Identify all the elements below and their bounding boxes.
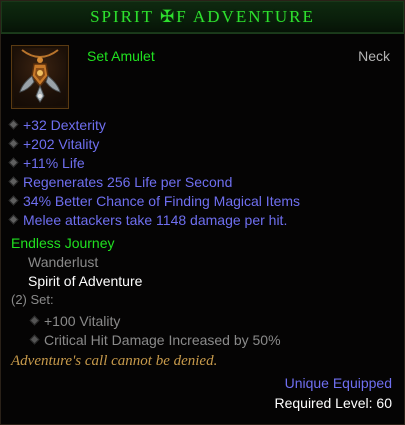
bullet-icon [8,176,19,187]
set-name: Endless Journey [11,235,115,251]
affix-row: Regenerates 256 Life per Second [8,172,300,191]
affix-text: +11% Life [23,154,85,171]
affix-text: +32 Dexterity [23,116,106,133]
set-bonus-text: +100 Vitality [44,312,121,329]
affix-text: +202 Vitality [23,135,100,152]
bullet-icon [29,334,40,345]
set-bonus-text: Critical Hit Damage Increased by 50% [44,331,281,348]
affix-row: +202 Vitality [8,134,300,153]
set-section: Endless Journey Wanderlust Spirit of Adv… [11,235,281,349]
set-bonus-row: +100 Vitality [29,311,281,330]
item-slot-label: Neck [358,48,390,64]
set-bonus-row: Critical Hit Damage Increased by 50% [29,330,281,349]
affix-text: Melee attackers take 1148 damage per hit… [23,211,288,228]
bullet-icon [8,119,19,130]
item-type-label: Set Amulet [87,48,155,64]
affix-list: +32 Dexterity +202 Vitality +11% Life Re… [8,115,301,229]
item-tooltip: SPIRIT ✠F ADVENTURE Set Amulet Neck +32 … [0,0,405,425]
unique-equipped-label: Unique Equipped [284,375,392,391]
affix-row: +11% Life [8,153,300,172]
item-title: SPIRIT ✠F ADVENTURE [90,7,315,26]
item-icon-frame [11,45,69,109]
affix-text: 34% Better Chance of Finding Magical Ite… [23,192,301,209]
set-bonus-header: (2) Set: [11,292,54,307]
affix-row: 34% Better Chance of Finding Magical Ite… [8,191,301,210]
bullet-icon [8,195,19,206]
bullet-icon [8,138,19,149]
flavor-text: Adventure's call cannot be denied. [11,353,218,369]
bullet-icon [8,157,19,168]
affix-text: Regenerates 256 Life per Second [23,173,233,190]
amulet-icon [19,49,61,103]
affix-row: Melee attackers take 1148 damage per hit… [8,210,300,229]
set-piece-owned: Spirit of Adventure [28,273,143,289]
bullet-icon [29,315,40,326]
affix-row: +32 Dexterity [8,115,300,134]
required-level-label: Required Level: 60 [274,395,392,411]
tooltip-header: SPIRIT ✠F ADVENTURE [1,1,404,34]
set-piece-missing: Wanderlust [28,254,99,270]
bullet-icon [8,214,19,225]
